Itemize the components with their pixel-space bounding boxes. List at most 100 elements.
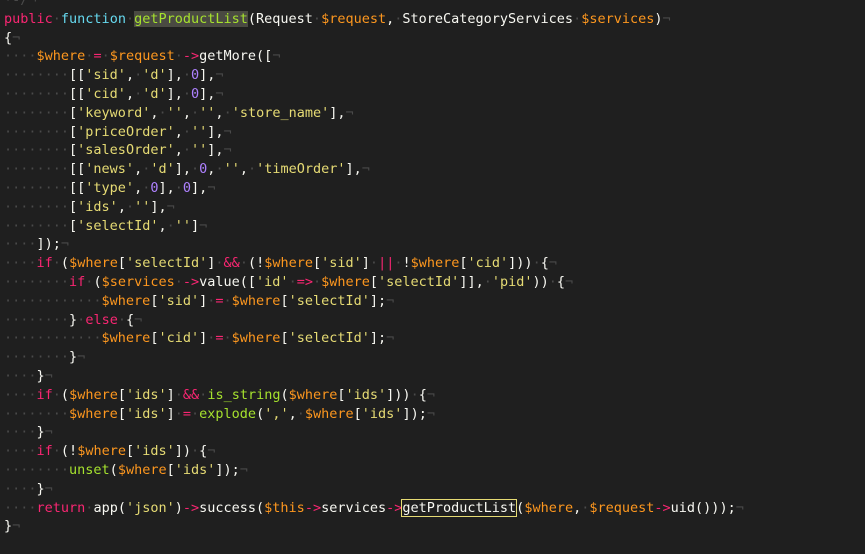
code-token: ¬ [223, 142, 232, 159]
code-token: · [532, 255, 541, 272]
code-token: ])) [508, 255, 533, 272]
code-token: ···· [4, 499, 37, 516]
code-token: · [239, 255, 248, 272]
code-token: '' [191, 142, 208, 159]
code-token: getProductList [134, 10, 248, 27]
code-line[interactable]: ········}·else·{¬ [4, 311, 865, 330]
code-token: · [52, 10, 61, 27]
code-token: 'selectId' [288, 292, 370, 309]
code-line[interactable]: ············$where['sid']·=·$where['sele… [4, 292, 865, 311]
code-token: ( [60, 386, 70, 403]
code-token: · [52, 443, 61, 460]
code-line[interactable]: ····return·app('json')->success($this->s… [4, 498, 865, 518]
code-token: $where [264, 255, 313, 272]
code-line[interactable]: ····if·(!$where['ids'])·{¬ [4, 442, 865, 461]
code-token: } [4, 518, 13, 535]
code-token: ¬ [134, 311, 143, 328]
code-token: [ [117, 255, 126, 272]
code-token: ¬ [44, 424, 53, 441]
code-line[interactable]: ····$where·=·$request·->getMore([¬ [4, 47, 865, 66]
code-token: ········ [4, 311, 70, 328]
code-token: { [556, 273, 566, 290]
code-line[interactable]: ·-/¬ [4, 0, 865, 10]
code-line[interactable]: ········}¬ [4, 348, 865, 367]
code-line[interactable]: ············$where['cid']·=·$where['sele… [4, 329, 865, 348]
code-token: , [174, 142, 183, 159]
code-token: ¬ [735, 499, 744, 516]
code-token: [ [337, 386, 346, 403]
code-token: ¬ [166, 198, 175, 215]
code-line[interactable]: public·function·getProductList(Request·$… [4, 10, 865, 29]
code-token: 'selectId' [288, 330, 370, 347]
code-lines: ·-/¬ public·function·getProductList(Reque… [4, 0, 865, 536]
code-token: '' [191, 123, 208, 140]
code-line[interactable]: {¬ [4, 29, 865, 48]
code-token: [ [69, 142, 78, 159]
code-token: , [239, 161, 248, 178]
code-line[interactable]: ····]);¬ [4, 235, 865, 254]
code-line[interactable]: ········unset($where['ids']);¬ [4, 461, 865, 480]
code-token: · [174, 48, 183, 65]
code-line[interactable]: ········['priceOrder',·''],¬ [4, 123, 865, 142]
code-line[interactable]: ········['keyword',·'',·'',·'store_name'… [4, 104, 865, 123]
code-editor[interactable]: ·-/¬ public·function·getProductList(Reque… [0, 0, 865, 554]
code-token: = [93, 48, 102, 65]
code-token: ], [207, 142, 224, 159]
code-token: [[ [69, 179, 86, 196]
code-token: { [4, 29, 13, 46]
code-token: $request [589, 499, 655, 516]
code-token: · [174, 273, 183, 290]
code-token: · [134, 85, 143, 102]
code-line[interactable]: ········['ids',·''],¬ [4, 198, 865, 217]
code-line[interactable]: ····}¬ [4, 367, 865, 386]
code-token: ¬ [215, 67, 224, 84]
code-token: [ [69, 217, 78, 234]
code-token: $where [36, 48, 86, 65]
code-token: 'ids' [345, 386, 387, 403]
code-token: · [182, 67, 192, 84]
code-token: · [312, 10, 322, 27]
code-token: $request [321, 10, 387, 27]
code-line[interactable]: ········[['sid',·'d'],·0],¬ [4, 66, 865, 85]
code-token: 'ids' [361, 405, 403, 422]
code-token: [ [117, 405, 126, 422]
code-line[interactable]: ········if·($services·->value(['id'·=>·$… [4, 273, 865, 292]
code-line[interactable]: }¬ [4, 517, 865, 536]
code-token: function [60, 10, 126, 27]
code-token: ]); [402, 405, 427, 422]
code-line[interactable]: ········[['news',·'d'],·0,·'',·'timeOrde… [4, 160, 865, 179]
code-line[interactable]: ········[['cid',·'d'],·0],¬ [4, 85, 865, 104]
code-token: ( [256, 405, 265, 422]
code-token: ], [158, 179, 175, 196]
code-token: } [36, 367, 45, 384]
code-token: getProductList [401, 498, 518, 517]
code-token: [ [125, 443, 135, 460]
code-line[interactable]: ····}¬ [4, 423, 865, 442]
code-token: [[ [69, 85, 86, 102]
code-token: · [296, 405, 305, 422]
code-token: ], [166, 85, 183, 102]
code-line[interactable]: ····if·($where['ids']·&&·is_string($wher… [4, 386, 865, 405]
code-token: , [215, 104, 224, 121]
code-token: || [378, 255, 395, 272]
code-token: ]; [369, 330, 387, 347]
code-line[interactable]: ········[['type',·0],·0],¬ [4, 179, 865, 198]
code-line[interactable]: ········['selectId',·'']¬ [4, 217, 865, 236]
code-token: $where [77, 443, 126, 460]
code-token: 'sid' [158, 292, 200, 309]
code-line[interactable]: ····if·($where['selectId']·&&·(!$where['… [4, 254, 865, 273]
code-token: ············ [4, 292, 102, 309]
code-token: ¬ [345, 104, 354, 121]
code-token: getMore([ [199, 48, 273, 65]
code-token: · [52, 255, 61, 272]
code-token: ¬ [565, 273, 574, 290]
code-token: 'sid' [321, 255, 362, 272]
code-line[interactable]: ········$where['ids']·=·explode(',',·$wh… [4, 405, 865, 424]
code-token: , [158, 217, 167, 234]
code-token: 'd' [142, 85, 167, 102]
code-line[interactable]: ····}¬ [4, 480, 865, 499]
code-line[interactable]: ········['salesOrder',·''],¬ [4, 141, 865, 160]
code-token: ]; [369, 292, 387, 309]
code-token: -> [182, 273, 200, 290]
code-token: ! [402, 255, 411, 272]
